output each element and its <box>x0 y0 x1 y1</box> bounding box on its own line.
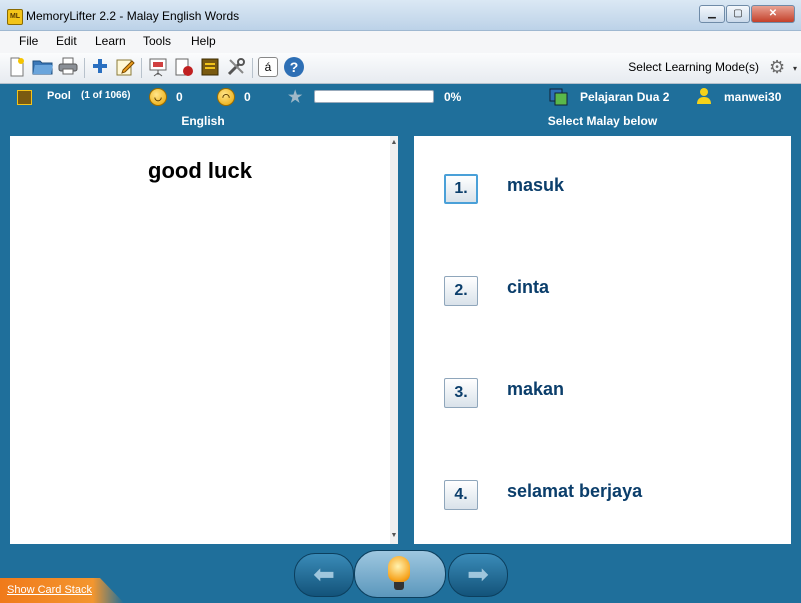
answer-1-text[interactable]: masuk <box>507 175 564 196</box>
chapter-icon <box>549 88 568 106</box>
menu-edit[interactable]: Edit <box>56 34 77 48</box>
question-panel: good luck ▲ ▼ <box>10 136 398 544</box>
scroll-up-icon[interactable]: ▲ <box>390 139 398 146</box>
menu-learn[interactable]: Learn <box>95 34 126 48</box>
slideshow-icon[interactable] <box>148 57 168 77</box>
progress-percent: 0% <box>444 90 462 104</box>
new-document-icon[interactable] <box>7 57 27 77</box>
special-character-icon[interactable]: á <box>258 57 278 77</box>
lightbulb-base <box>394 582 404 590</box>
edit-icon[interactable] <box>115 57 135 77</box>
toolbar-separator <box>84 58 85 78</box>
open-folder-icon[interactable] <box>32 57 53 77</box>
gear-icon[interactable]: ⚙ <box>769 57 789 77</box>
maximize-button[interactable]: ▢ <box>726 5 750 23</box>
answer-4-text[interactable]: selamat berjaya <box>507 481 642 502</box>
user-name: manwei30 <box>724 90 782 104</box>
chapter-name: Pelajaran Dua 2 <box>580 90 670 104</box>
dictionary-icon[interactable] <box>200 57 220 77</box>
menu-tools[interactable]: Tools <box>143 34 171 48</box>
print-icon[interactable] <box>58 57 78 77</box>
answer-3-text[interactable]: makan <box>507 379 564 400</box>
toolbar-separator <box>141 58 142 78</box>
show-card-stack-link[interactable]: Show Card Stack <box>7 584 92 596</box>
answer-1-button[interactable]: 1. <box>444 174 478 204</box>
user-icon <box>696 87 712 105</box>
question-language-header: English <box>181 114 225 128</box>
answer-2-text[interactable]: cinta <box>507 277 549 298</box>
close-button[interactable]: ✕ <box>751 5 795 23</box>
wrong-smiley-icon: ◠ <box>217 88 235 106</box>
answer-instruction-header: Select Malay below <box>547 114 658 128</box>
scroll-down-icon[interactable]: ▼ <box>390 532 398 539</box>
pool-box-icon <box>17 90 32 105</box>
window-title: MemoryLifter 2.2 - Malay English Words <box>26 9 240 23</box>
window-titlebar: ML MemoryLifter 2.2 - Malay English Word… <box>0 0 801 31</box>
menu-bar: File Edit Learn Tools Help <box>0 31 801 53</box>
help-icon[interactable]: ? <box>284 57 304 77</box>
answer-4-button[interactable]: 4. <box>444 480 478 510</box>
menu-help[interactable]: Help <box>191 34 216 48</box>
menu-file[interactable]: File <box>19 34 38 48</box>
minimize-button[interactable]: ▁ <box>699 5 725 23</box>
toolbar: á ? Select Learning Mode(s) ⚙ ▾ <box>0 53 801 84</box>
pool-label: Pool <box>47 90 71 102</box>
chevron-down-icon[interactable]: ▾ <box>793 64 797 73</box>
back-arrow-button[interactable]: ⬅ <box>294 553 354 597</box>
settings-tools-icon[interactable] <box>226 57 246 77</box>
pool-count: (1 of 1066) <box>81 90 131 101</box>
select-learning-mode-label[interactable]: Select Learning Mode(s) <box>628 60 759 74</box>
wrong-count: 0 <box>244 90 251 104</box>
statistics-icon[interactable] <box>174 57 194 77</box>
correct-smiley-icon: ◡ <box>149 88 167 106</box>
question-scrollbar[interactable]: ▲ ▼ <box>390 136 398 544</box>
correct-count: 0 <box>176 90 183 104</box>
answer-3-button[interactable]: 3. <box>444 378 478 408</box>
question-text: good luck <box>148 158 252 183</box>
progress-bar <box>314 90 434 103</box>
answer-2-button[interactable]: 2. <box>444 276 478 306</box>
toolbar-separator <box>252 58 253 78</box>
next-arrow-button[interactable]: ➡ <box>448 553 508 597</box>
add-card-icon[interactable] <box>90 57 110 77</box>
lightbulb-icon[interactable] <box>388 556 410 582</box>
star-icon: ★ <box>288 89 303 106</box>
answers-panel: 1. masuk 2. cinta 3. makan 4. selamat be… <box>414 136 791 544</box>
app-icon: ML <box>7 9 23 25</box>
